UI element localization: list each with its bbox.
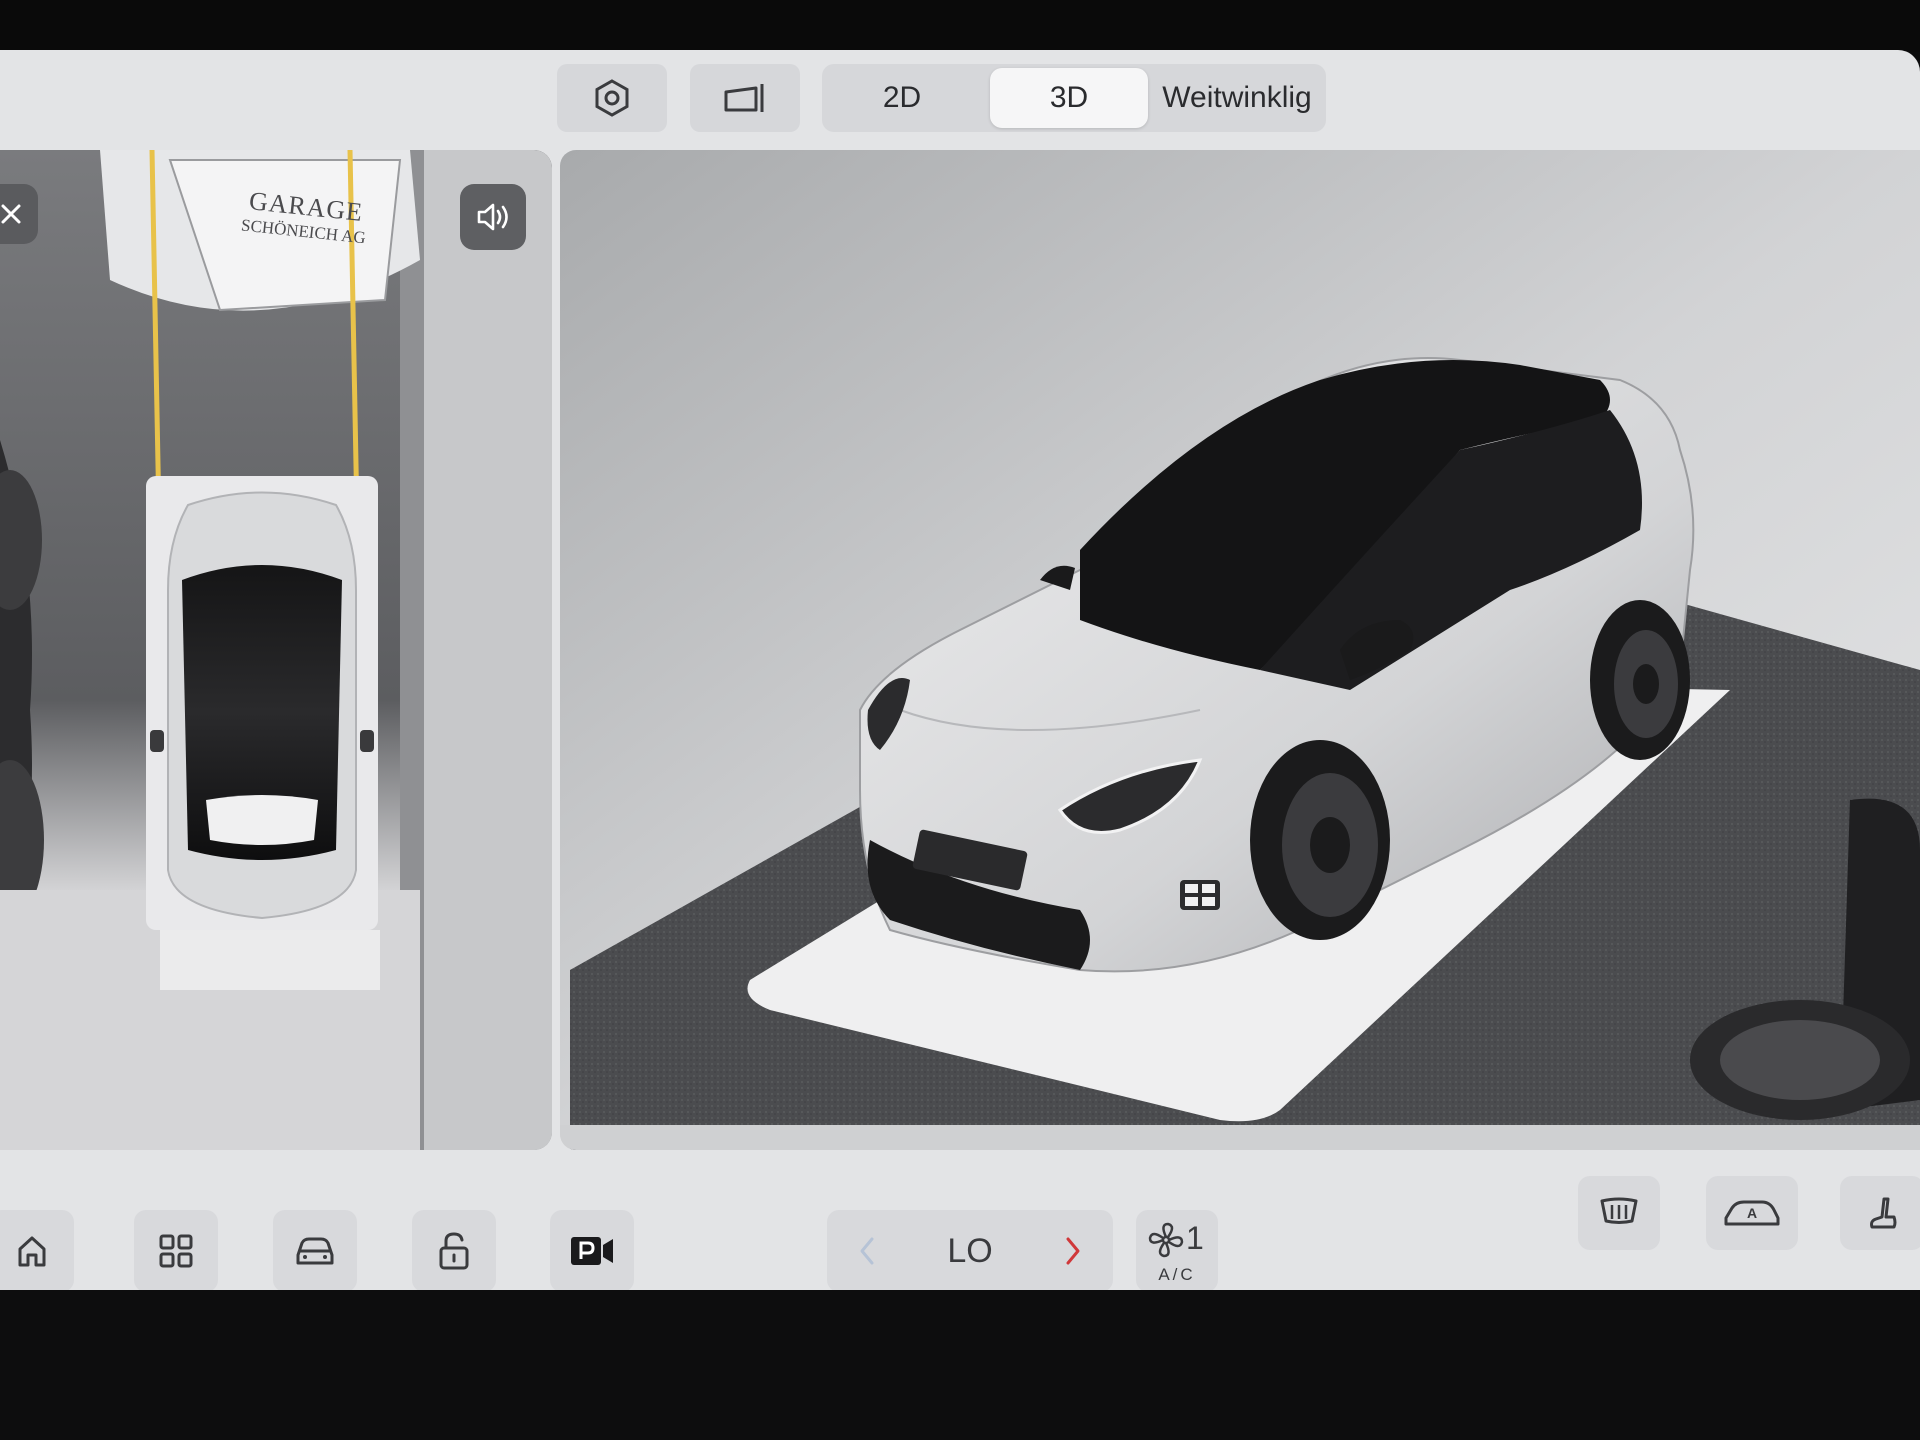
home-icon [18,1236,46,1267]
temperature-increase-button[interactable] [1043,1222,1103,1280]
top-down-camera-image [0,150,552,1150]
lock-button[interactable] [412,1210,496,1290]
screen-bezel-top [0,0,1920,52]
close-camera-button[interactable] [0,184,38,244]
fan-speed-value: 1 [1186,1220,1204,1256]
view-mode-3d[interactable]: 3D [990,68,1148,128]
seat-heat-icon [1870,1197,1897,1229]
apps-button[interactable] [134,1210,218,1290]
temperature-value: LO [947,1231,993,1270]
parking-camera-button[interactable] [550,1210,634,1290]
auto-climate-button[interactable]: A [1706,1176,1798,1250]
svg-text:A: A [1747,1205,1757,1221]
view-mode-wide-angle[interactable]: Weitwinklig [1152,64,1322,132]
unlock-icon [439,1232,469,1270]
car-icon [296,1237,334,1265]
view-toggle-button[interactable] [690,64,800,132]
rear-defrost-icon [1600,1197,1638,1224]
rear-defrost-button[interactable] [1578,1176,1660,1250]
3d-car-render [560,150,1920,1150]
ac-label: A/C [1158,1265,1196,1284]
camera-view-icon [724,84,764,112]
view-mode-selector: 2D 3D Weitwinklig [822,64,1326,132]
gear-hexagon-icon [595,79,629,117]
parking-camera-icon [571,1237,613,1265]
home-button[interactable] [0,1210,74,1290]
close-icon [1,204,21,224]
seat-heating-button[interactable] [1840,1176,1920,1250]
chevron-right-icon [1066,1237,1080,1265]
sound-toggle-button[interactable] [460,184,526,250]
fan-icon [1148,1222,1184,1258]
auto-climate-icon: A [1724,1200,1780,1226]
volume-icon [477,203,508,231]
camera-settings-button[interactable] [557,64,667,132]
view-mode-2d[interactable]: 2D [822,64,982,132]
fan-ac-button[interactable]: 1 A/C [1136,1210,1218,1290]
infotainment-screen: 2D 3D Weitwinklig GARAGE SCHÖNEICH AG LO… [0,50,1920,1290]
3d-surround-view[interactable] [560,150,1920,1150]
chevron-left-icon [860,1237,874,1265]
screen-bezel-bottom [0,1290,1920,1440]
temperature-decrease-button[interactable] [837,1222,897,1280]
vehicle-button[interactable] [273,1210,357,1290]
top-down-camera-view: GARAGE SCHÖNEICH AG [0,150,552,1150]
apps-grid-icon [159,1234,193,1268]
temperature-control: LO [827,1210,1113,1290]
